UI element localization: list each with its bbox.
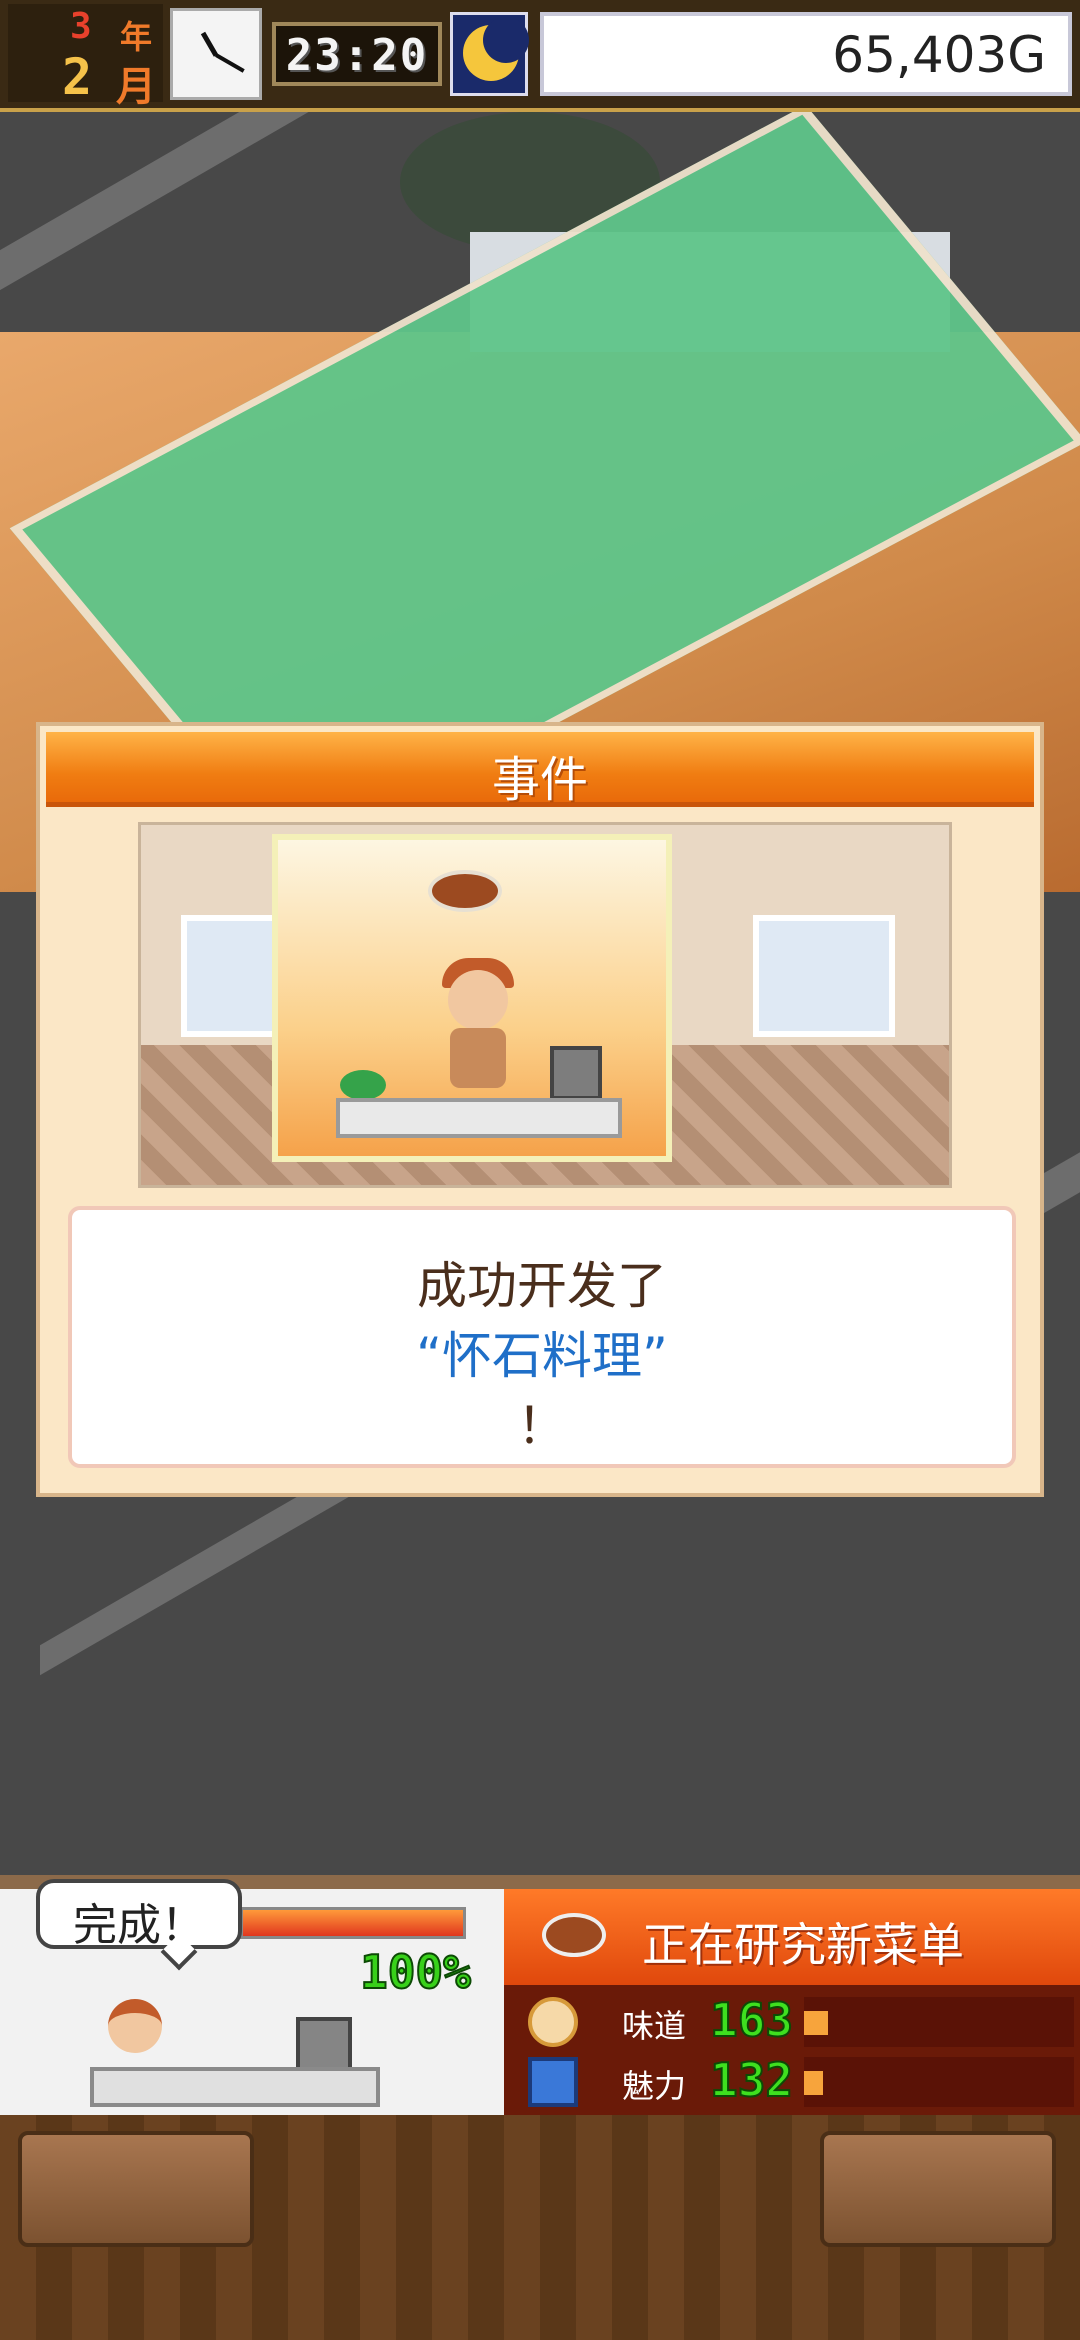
event-dish-name: “怀石料理” — [416, 1327, 668, 1385]
stat-value: 132 — [709, 2052, 794, 2108]
stat-row-appeal: 魅力 132 — [518, 2052, 1078, 2109]
stat-row-taste: 味道 163 — [518, 1992, 1078, 2049]
pot-icon — [296, 2017, 352, 2071]
right-menu-button[interactable] — [820, 2131, 1056, 2247]
moon-icon — [450, 12, 529, 96]
month-unit: 月 — [116, 64, 156, 110]
research-progress-bar — [240, 1907, 466, 1939]
money-amount: 65,403G — [832, 26, 1046, 84]
stat-value: 163 — [709, 1992, 794, 2048]
event-message-line3: ！ — [517, 1397, 567, 1455]
month-number: 2 — [62, 48, 93, 106]
research-view[interactable]: 100% 完成！ — [0, 1879, 504, 2115]
time-display: 23:20 — [272, 22, 442, 86]
year-unit: 年 — [120, 18, 153, 56]
research-progress-fill — [243, 1910, 463, 1936]
speech-bubble-text: 完成！ — [73, 1900, 205, 1951]
bottom-floor — [0, 2115, 1080, 2340]
event-dialog[interactable]: 事件 成功开发了 “怀石料理” ！ — [36, 722, 1044, 1497]
research-progress-label: 100% — [359, 1944, 472, 2000]
event-dialog-title: 事件 — [491, 752, 588, 808]
research-info-panel[interactable]: 正在研究新菜单 味道 163 魅力 132 — [504, 1889, 1080, 2115]
stat-bar-track — [804, 2057, 1074, 2107]
top-bar: 3 年 2 月 23:20 65,403G — [0, 0, 1080, 112]
taste-icon — [528, 1997, 578, 2047]
status-panel: 100% 完成！ 正在研究新菜单 味道 163 魅力 132 — [0, 1875, 1080, 2115]
clock-icon — [170, 8, 262, 100]
kitchen-counter — [90, 2067, 380, 2107]
event-message-line1: 成功开发了 — [417, 1257, 667, 1315]
year-number: 3 — [70, 6, 92, 47]
stat-bar-fill — [804, 2011, 829, 2035]
research-info-title: 正在研究新菜单 — [642, 1918, 964, 1972]
event-dialog-header: 事件 — [46, 732, 1034, 808]
left-menu-button[interactable] — [18, 2131, 254, 2247]
dish-icon — [428, 870, 502, 912]
speech-bubble: 完成！ — [36, 1879, 242, 1971]
stat-label: 味道 — [622, 2007, 687, 2045]
time-text: 23:20 — [285, 30, 429, 81]
chef-sprite — [108, 1999, 162, 2053]
stat-label: 魅力 — [622, 2067, 687, 2105]
event-message-box[interactable]: 成功开发了 “怀石料理” ！ — [68, 1206, 1016, 1468]
appeal-icon — [528, 2057, 578, 2107]
date-display: 3 年 2 月 — [8, 4, 163, 110]
dish-icon — [542, 1913, 606, 1957]
stat-bar-fill — [804, 2071, 823, 2095]
chef-portrait — [272, 834, 672, 1162]
stat-bar-track — [804, 1997, 1074, 2047]
money-display: 65,403G — [540, 12, 1072, 96]
research-info-header: 正在研究新菜单 — [504, 1889, 1080, 1985]
pot-icon — [550, 1046, 602, 1100]
